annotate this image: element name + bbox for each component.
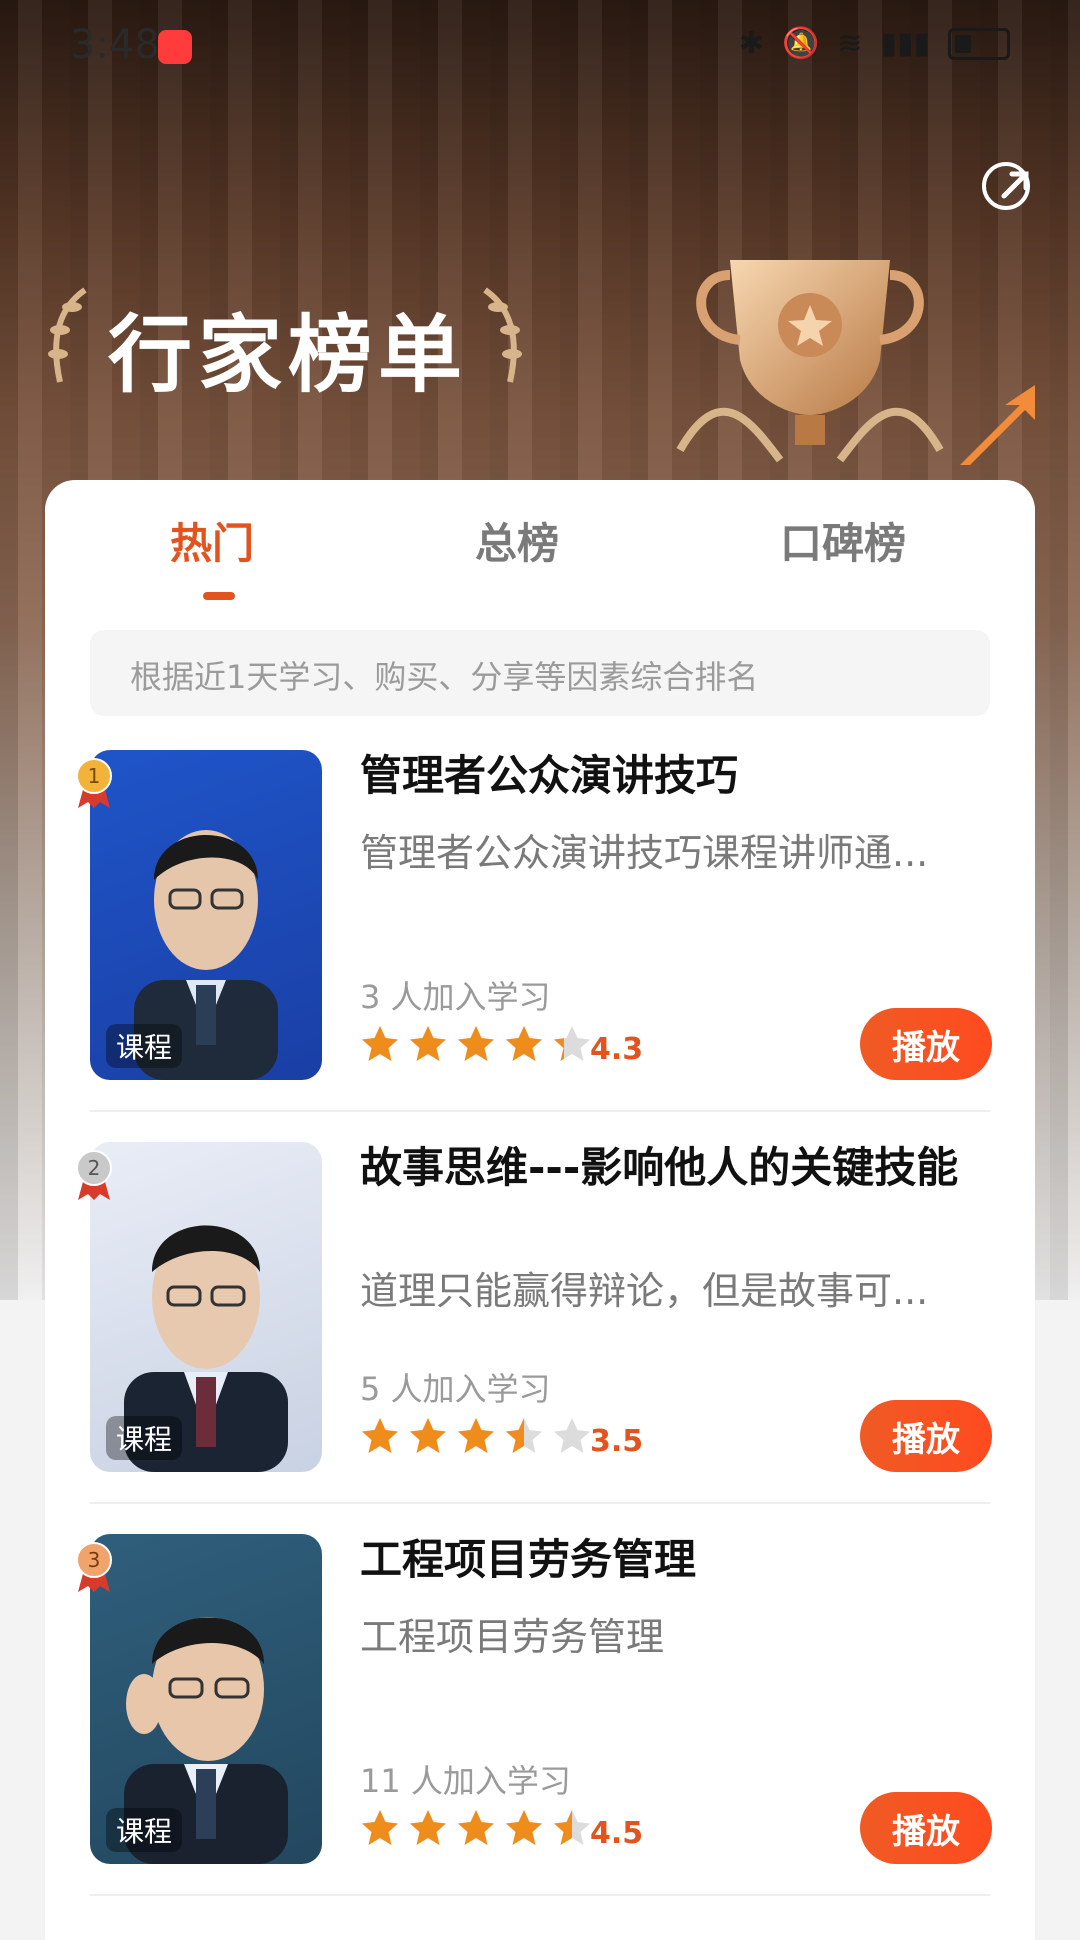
status-bar: 3:48 ✱ 🔕 ≋ ▮▮▮	[0, 0, 1080, 96]
rank-number: 3	[88, 1548, 101, 1572]
tab-hot[interactable]: 热门	[170, 510, 254, 571]
learner-count: 11 人加入学习	[360, 1762, 571, 1800]
rank-number: 2	[88, 1156, 101, 1180]
learner-count: 5 人加入学习	[360, 1370, 551, 1408]
star-icon	[410, 1418, 446, 1453]
star-icon	[458, 1026, 494, 1061]
tab-reputation[interactable]: 口碑榜	[780, 510, 906, 571]
course-tag: 课程	[106, 1024, 183, 1068]
trophy-icon	[676, 260, 944, 463]
course-title[interactable]: 管理者公众演讲技巧	[360, 750, 990, 802]
star-icon	[458, 1810, 494, 1845]
star-icon	[554, 1026, 590, 1061]
share-icon[interactable]	[982, 162, 1030, 210]
tab-overall[interactable]: 总榜	[475, 510, 559, 571]
course-thumbnail[interactable]: 课程	[90, 1534, 322, 1864]
course-item-1[interactable]: 课程 1 管理者公众演讲技巧 管理者公众演讲技巧课程讲师通... 3 人加入学习…	[76, 750, 992, 1080]
course-description: 管理者公众演讲技巧课程讲师通...	[360, 831, 929, 875]
battery-icon	[948, 27, 1010, 60]
rating-score: 3.5	[590, 1424, 644, 1459]
laurel-left-icon	[48, 287, 87, 383]
tab-bar: 热门 总榜 口碑榜	[45, 480, 1035, 600]
bluetooth-icon: ✱	[738, 26, 764, 61]
rank-medal-gold-icon: 1	[76, 758, 112, 808]
course-tag: 课程	[106, 1808, 183, 1852]
star-icon	[554, 1810, 590, 1845]
active-tab-indicator	[203, 592, 235, 600]
play-button[interactable]: 播放	[860, 1008, 992, 1080]
rising-arrow-icon	[960, 385, 1035, 465]
divider	[90, 1894, 990, 1896]
learner-count: 3 人加入学习	[360, 978, 551, 1016]
star-icon	[410, 1810, 446, 1845]
app-badge-icon	[158, 30, 192, 64]
rank-number: 1	[88, 764, 101, 788]
divider	[90, 1502, 990, 1504]
course-thumbnail[interactable]: 课程	[90, 1142, 322, 1472]
rating-score: 4.3	[590, 1032, 644, 1067]
course-item-3[interactable]: 课程 3 工程项目劳务管理 工程项目劳务管理 11 人加入学习 4.5 播放	[76, 1534, 992, 1864]
wifi-icon: ≋	[837, 26, 863, 61]
ranking-info-banner: 根据近1天学习、购买、分享等因素综合排名	[90, 630, 990, 716]
course-thumbnail[interactable]: 课程	[90, 750, 322, 1080]
course-title[interactable]: 工程项目劳务管理	[360, 1534, 990, 1586]
status-icons: ✱ 🔕 ≋ ▮▮▮	[739, 26, 1010, 61]
ranking-card: 热门 总榜 口碑榜 根据近1天学习、购买、分享等因素综合排名 课程 1 管理者公…	[45, 480, 1035, 1940]
rank-medal-bronze-icon: 3	[76, 1542, 112, 1592]
star-icon	[362, 1418, 398, 1453]
page-title: 行家榜单	[108, 306, 469, 404]
star-icon	[362, 1810, 398, 1845]
star-icon	[506, 1026, 542, 1061]
mute-icon: 🔕	[781, 26, 820, 61]
play-button[interactable]: 播放	[860, 1792, 992, 1864]
rank-medal-silver-icon: 2	[76, 1150, 112, 1200]
course-item-2[interactable]: 课程 2 故事思维---影响他人的关键技能 道理只能赢得辩论，但是故事可... …	[76, 1142, 992, 1472]
course-title[interactable]: 故事思维---影响他人的关键技能	[360, 1142, 990, 1194]
star-icon	[506, 1810, 542, 1845]
course-description: 道理只能赢得辩论，但是故事可...	[360, 1269, 929, 1313]
laurel-right-icon	[483, 287, 522, 383]
status-time: 3:48	[70, 22, 160, 68]
course-description: 工程项目劳务管理	[360, 1615, 665, 1659]
star-icon	[362, 1026, 398, 1061]
star-icon	[458, 1418, 494, 1453]
signal-icon: ▮▮▮	[880, 26, 930, 61]
star-icon	[410, 1026, 446, 1061]
course-tag: 课程	[106, 1416, 183, 1460]
star-icon	[554, 1418, 590, 1453]
star-icon	[506, 1418, 542, 1453]
rating-score: 4.5	[590, 1816, 644, 1851]
divider	[90, 1110, 990, 1112]
ranking-info-text: 根据近1天学习、购买、分享等因素综合排名	[130, 658, 759, 696]
play-button[interactable]: 播放	[860, 1400, 992, 1472]
